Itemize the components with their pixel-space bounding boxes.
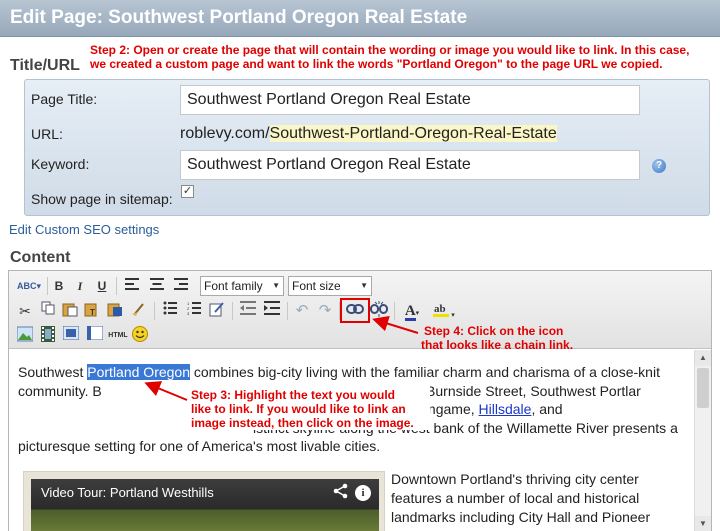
unlink-icon[interactable]: [369, 301, 389, 321]
cut-icon[interactable]: ✂: [15, 301, 35, 321]
bullet-list-icon[interactable]: [160, 301, 180, 321]
keyword-input[interactable]: Southwest Portland Oregon Real Estate: [180, 150, 640, 180]
template-icon[interactable]: [85, 325, 105, 346]
svg-text:3: 3: [187, 311, 190, 315]
image-icon[interactable]: [15, 326, 35, 346]
highlight-color-icon[interactable]: ab ▾: [430, 301, 458, 321]
undo-icon[interactable]: ↶: [292, 301, 312, 321]
editor-content-area[interactable]: Southwest Portland Oregon combines big-c…: [9, 350, 693, 531]
align-center-icon[interactable]: [147, 276, 167, 296]
numbered-list-icon[interactable]: 123: [184, 301, 204, 321]
step4-annotation-line2: that looks like a chain link.: [421, 338, 574, 352]
font-size-select-label: Font size: [292, 279, 341, 293]
share-icon[interactable]: [333, 483, 349, 503]
sitemap-label: Show page in sitemap:: [31, 191, 173, 207]
paste-word-icon[interactable]: [105, 301, 125, 321]
text-color-icon[interactable]: A▾: [399, 301, 425, 321]
emoticon-icon[interactable]: [130, 326, 150, 346]
paragraph-text: Southwest: [18, 364, 88, 380]
scrollbar-thumb[interactable]: [697, 368, 709, 408]
chevron-down-icon: ▼: [360, 281, 368, 290]
step3-annotation-line2: like to link. If you would like to link …: [191, 402, 406, 416]
indent-icon[interactable]: [262, 301, 282, 321]
editor-paragraph-2: Downtown Portland's thriving city center…: [391, 471, 651, 525]
info-icon[interactable]: i: [355, 485, 371, 501]
copy-icon[interactable]: [38, 301, 58, 321]
scroll-up-icon[interactable]: ▲: [695, 350, 711, 366]
video-player[interactable]: Video Tour: Portland Westhills i: [31, 479, 379, 531]
link-button-highlight: [340, 298, 370, 323]
step2-annotation-line2: we created a custom page and want to lin…: [90, 57, 663, 71]
edit-seo-settings-link[interactable]: Edit Custom SEO settings: [9, 222, 159, 237]
align-right-icon[interactable]: [171, 276, 191, 296]
font-family-select[interactable]: Font family ▼: [200, 276, 284, 296]
text-color-glyph: A: [404, 303, 416, 321]
hillsdale-link[interactable]: Hillsdale: [479, 401, 532, 417]
step2-annotation-line1: Step 2: Open or create the page that wil…: [90, 43, 690, 57]
editor-toolbar: ABC▾ B I U Font family ▼ Font size ▼ ✂ T: [9, 271, 711, 349]
page-title-input[interactable]: Southwest Portland Oregon Real Estate: [180, 85, 640, 115]
paste-text-icon[interactable]: T: [82, 301, 102, 321]
url-label: URL:: [31, 126, 63, 142]
spellcheck-icon[interactable]: ABC▾: [15, 276, 43, 296]
editor-scrollbar[interactable]: ▲ ▼: [694, 350, 711, 531]
cleanup-icon[interactable]: [129, 301, 149, 321]
step3-annotation-line3: image instead, then click on the image.: [191, 416, 414, 430]
content-section-label: Content: [10, 249, 71, 266]
video-embed[interactable]: Video Tour: Portland Westhills i: [23, 471, 385, 531]
keyword-label: Keyword:: [31, 156, 90, 172]
outdent-icon[interactable]: [238, 301, 258, 321]
page-title-label: Page Title:: [31, 91, 98, 107]
redo-icon[interactable]: ↷: [315, 301, 335, 321]
widget-icon[interactable]: [61, 325, 81, 346]
url-domain: roblevy.com/: [180, 125, 270, 142]
underline-button[interactable]: U: [92, 276, 112, 296]
bold-button[interactable]: B: [49, 276, 69, 296]
font-family-select-label: Font family: [204, 279, 263, 293]
svg-text:ab: ab: [434, 303, 446, 315]
page-title-bar: Edit Page: Southwest Portland Oregon Rea…: [0, 0, 720, 37]
scroll-down-icon[interactable]: ▼: [695, 516, 711, 531]
align-left-icon[interactable]: [122, 276, 142, 296]
help-icon[interactable]: ?: [652, 159, 666, 173]
title-url-section-label: Title/URL: [10, 57, 80, 74]
video-title: Video Tour: Portland Westhills: [41, 485, 214, 500]
page-title: Edit Page: Southwest Portland Oregon Rea…: [10, 7, 468, 28]
media-icon[interactable]: [38, 326, 58, 346]
italic-button[interactable]: I: [70, 276, 90, 296]
paste-icon[interactable]: [60, 301, 80, 321]
url-value: roblevy.com/Southwest-Portland-Oregon-Re…: [180, 125, 557, 143]
sitemap-checkbox[interactable]: ✓: [181, 185, 194, 198]
selected-text[interactable]: Portland Oregon: [87, 364, 190, 380]
edit-icon[interactable]: [207, 301, 227, 321]
step3-callout: Step 3: Highlight the text you would lik…: [182, 386, 430, 430]
svg-text:T: T: [90, 308, 95, 317]
url-slug: Southwest-Portland-Oregon-Real-Estate: [269, 125, 557, 142]
font-size-select[interactable]: Font size ▼: [288, 276, 372, 296]
html-source-button[interactable]: HTML: [106, 326, 130, 346]
step4-annotation-line1: Step 4: Click on the icon: [424, 324, 564, 338]
chevron-down-icon: ▼: [272, 281, 280, 290]
step3-annotation-line1: Step 3: Highlight the text you would: [191, 388, 395, 402]
paragraph-text: , and: [531, 401, 563, 417]
title-url-panel: Page Title: Southwest Portland Oregon Re…: [24, 79, 710, 216]
